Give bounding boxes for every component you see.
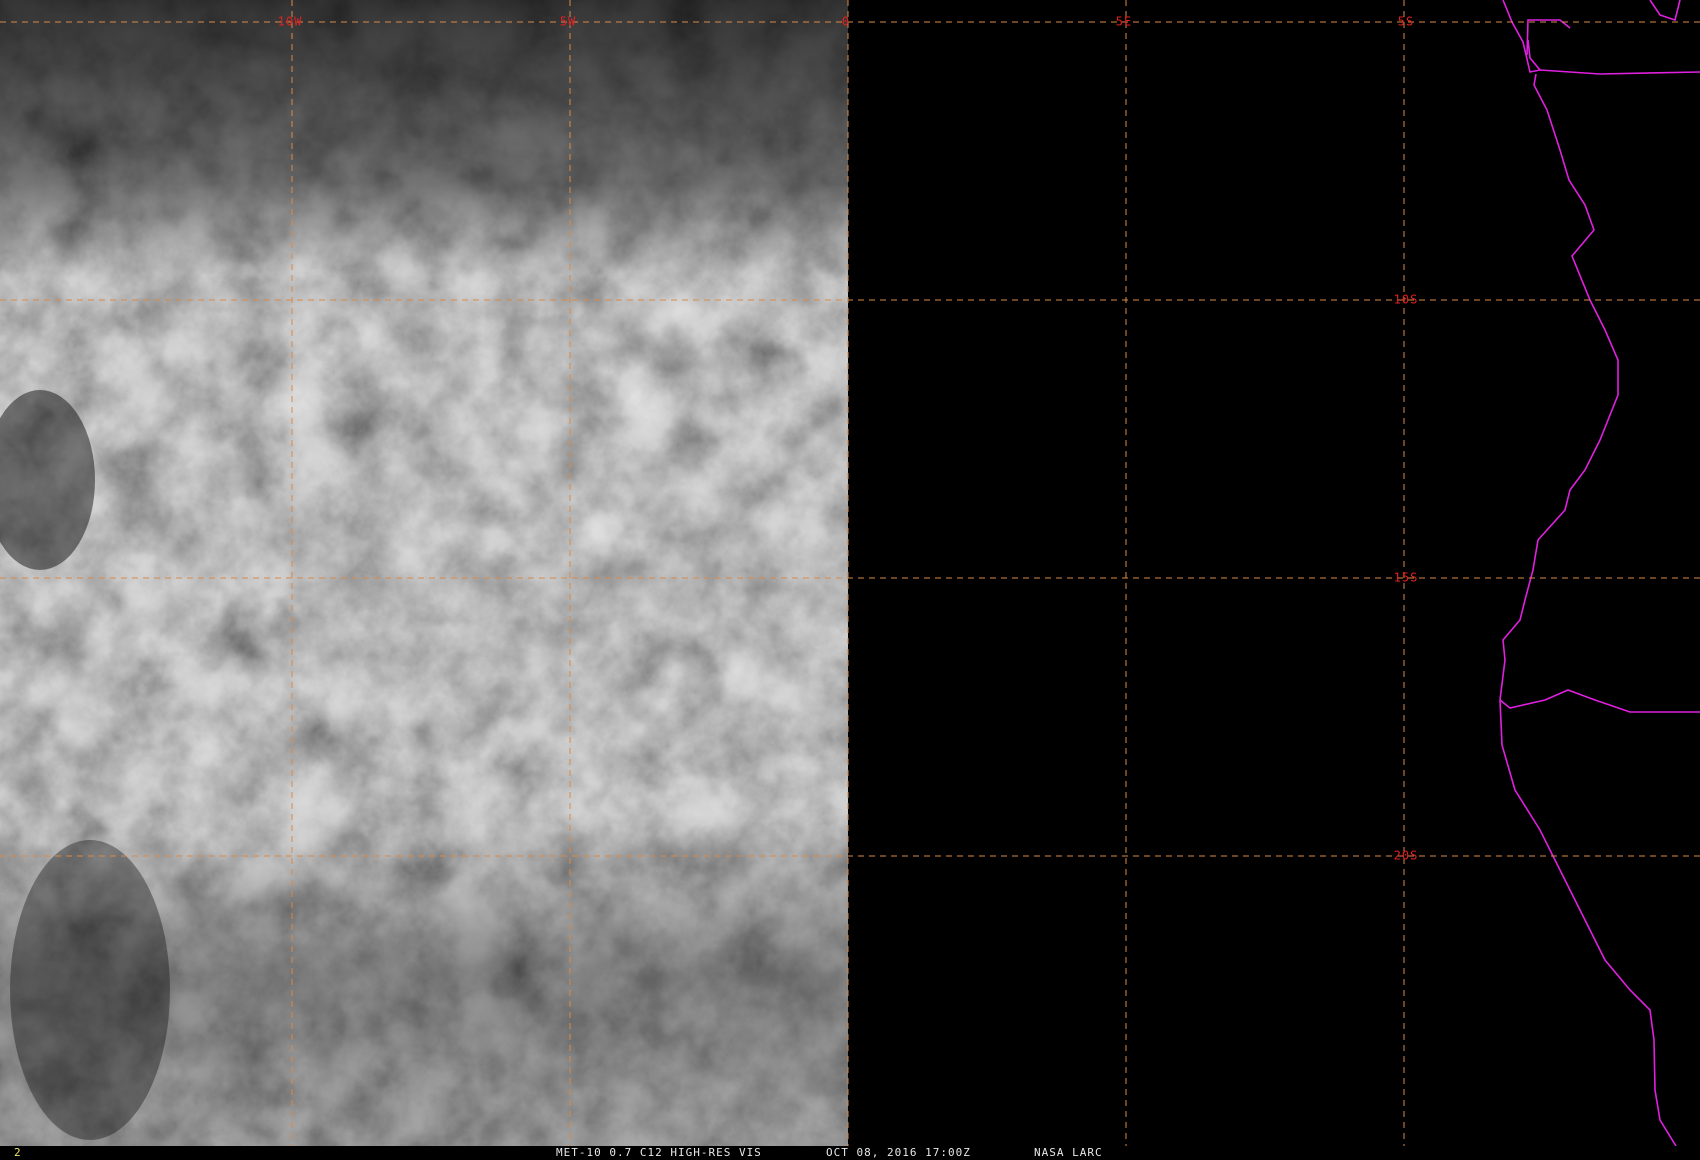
satellite-caption: MET-10 0.7 C12 HIGH-RES VIS xyxy=(556,1146,762,1159)
timestamp: OCT 08, 2016 17:00Z xyxy=(826,1146,971,1159)
longitude-label: 0 xyxy=(842,15,850,29)
latitude-label: 20S xyxy=(1394,849,1419,863)
night-region xyxy=(848,0,1700,1146)
cloud-imagery xyxy=(0,0,848,1146)
caption-bar: 2 MET-10 0.7 C12 HIGH-RES VIS OCT 08, 20… xyxy=(0,1146,1700,1160)
satellite-map: 10W 5W 0 5E 5S 10S 15S 20S xyxy=(0,0,1700,1146)
latitude-label: 5S xyxy=(1398,15,1414,29)
longitude-label: 5W xyxy=(560,15,576,29)
credit: NASA LARC xyxy=(1034,1146,1103,1159)
longitude-label: 5E xyxy=(1116,15,1132,29)
latitude-label: 10S xyxy=(1394,293,1419,307)
frame-number: 2 xyxy=(14,1146,21,1159)
longitude-label: 10W xyxy=(278,15,303,29)
latitude-label: 15S xyxy=(1394,571,1419,585)
